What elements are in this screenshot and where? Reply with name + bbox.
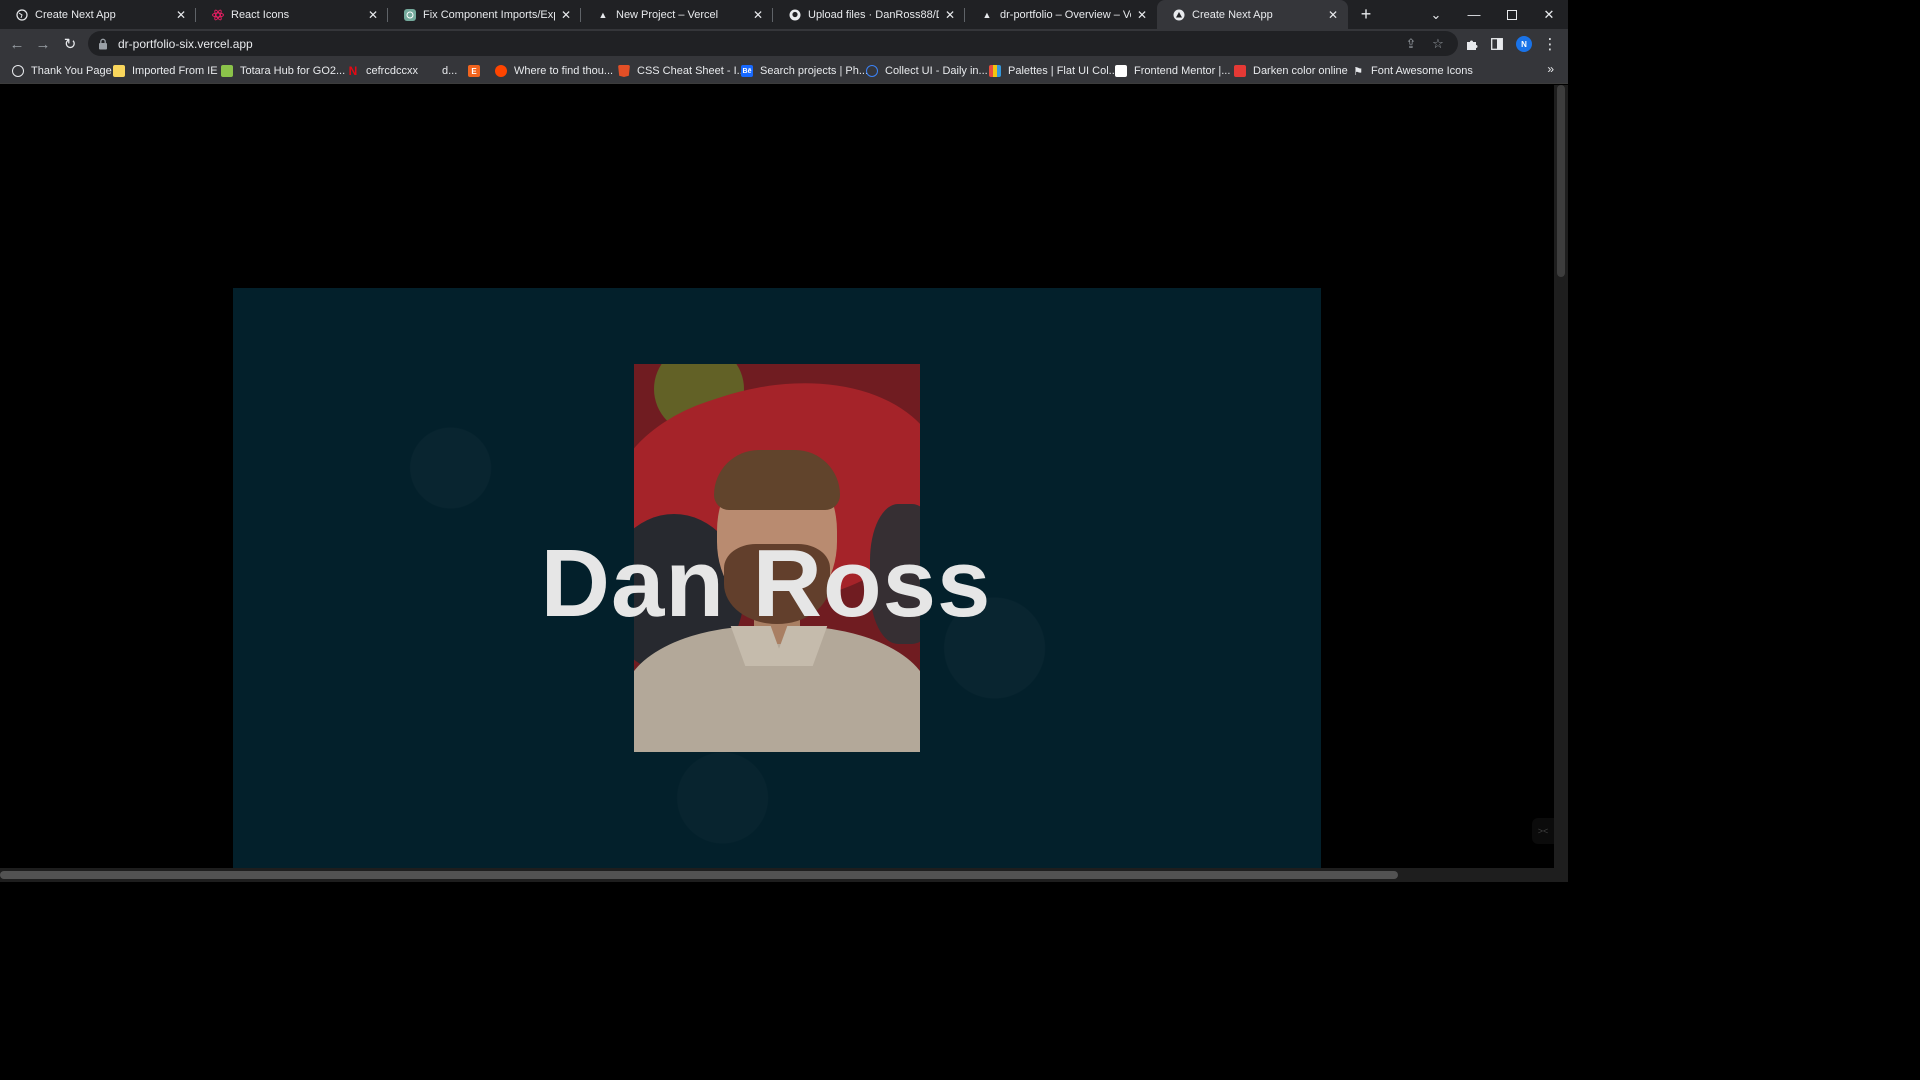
- bookmark-label: Where to find thou...: [514, 65, 614, 77]
- profile-avatar[interactable]: N: [1516, 36, 1532, 52]
- bookmark-label: d...: [442, 65, 458, 77]
- collectui-icon: [866, 65, 878, 77]
- tab-create-next-app-1[interactable]: Create Next App ✕: [0, 0, 196, 29]
- vercel-triangle-icon: ▲: [982, 9, 992, 20]
- close-icon[interactable]: ✕: [1326, 8, 1340, 22]
- close-icon[interactable]: ✕: [174, 8, 188, 22]
- chatgpt-icon: [404, 8, 416, 21]
- back-arrow-icon[interactable]: ←: [6, 33, 28, 55]
- palette-icon: [989, 65, 1001, 77]
- address-bar[interactable]: dr-portfolio-six.vercel.app ⇪ ☆: [88, 31, 1458, 56]
- bookmark-d[interactable]: d...: [423, 62, 457, 80]
- bookmark-label: Font Awesome Icons: [1371, 65, 1473, 77]
- bookmark-palettes[interactable]: Palettes | Flat UI Col...: [989, 62, 1118, 80]
- tab-title: New Project – Vercel: [616, 8, 719, 21]
- blank-icon: [423, 65, 435, 77]
- bookmark-darken-color[interactable]: Darken color online: [1234, 62, 1348, 80]
- bookmark-star-icon[interactable]: ☆: [1429, 35, 1447, 53]
- forward-arrow-icon[interactable]: →: [32, 33, 54, 55]
- extensions-puzzle-icon[interactable]: [1460, 33, 1482, 55]
- bookmark-label: Imported From IE: [132, 65, 218, 77]
- bookmark-frontend-mentor[interactable]: Frontend Mentor |...: [1115, 62, 1230, 80]
- vertical-scrollbar[interactable]: [1554, 85, 1568, 868]
- bookmark-where-to-find[interactable]: Where to find thou...: [495, 62, 613, 80]
- tree-icon: [1234, 65, 1246, 77]
- bookmark-imported-from-ie[interactable]: Imported From IE: [113, 62, 218, 80]
- maximize-icon[interactable]: [1493, 0, 1531, 29]
- bookmarks-bar: Thank You Page Imported From IE Totara H…: [0, 58, 1568, 84]
- tab-title: Create Next App: [35, 8, 116, 21]
- bookmark-label: Collect UI - Daily in...: [885, 65, 988, 77]
- html5-icon: [618, 65, 630, 77]
- bookmark-totara-hub[interactable]: Totara Hub for GO2...: [221, 62, 345, 80]
- kebab-menu-icon[interactable]: ⋮: [1539, 33, 1561, 55]
- tab-title: dr-portfolio – Overview – Vercel: [1000, 8, 1131, 21]
- horizontal-scrollbar-thumb[interactable]: [0, 871, 1398, 879]
- tab-search-icon[interactable]: ⌄: [1417, 0, 1455, 29]
- close-icon[interactable]: ✕: [943, 8, 957, 22]
- tab-upload-files-github[interactable]: Upload files · DanRoss88/DRpor ✕: [773, 0, 965, 29]
- folder-icon: [113, 65, 125, 77]
- bookmark-thank-you-page[interactable]: Thank You Page: [12, 62, 112, 80]
- bookmark-label: cefrcdccxx: [366, 65, 418, 77]
- netflix-icon: N: [348, 64, 358, 78]
- flag-icon: ⚑: [1353, 65, 1363, 78]
- hero-section: Dan Ross: [233, 288, 1321, 868]
- bookmark-css-cheat-sheet[interactable]: CSS Cheat Sheet - I...: [618, 62, 746, 80]
- bookmark-label: Thank You Page: [31, 65, 112, 77]
- vercel-triangle-icon: [1173, 9, 1185, 21]
- close-window-icon[interactable]: ✕: [1530, 0, 1568, 29]
- close-icon[interactable]: ✕: [366, 8, 380, 22]
- bookmark-label: Totara Hub for GO2...: [240, 65, 346, 77]
- github-icon: [789, 9, 801, 21]
- share-icon[interactable]: ⇪: [1402, 35, 1420, 53]
- bookmark-collect-ui[interactable]: Collect UI - Daily in...: [866, 62, 988, 80]
- new-tab-button[interactable]: +: [1357, 5, 1375, 23]
- side-widget-tab[interactable]: ><: [1532, 818, 1554, 844]
- close-icon[interactable]: ✕: [751, 8, 765, 22]
- vertical-scrollbar-thumb[interactable]: [1557, 85, 1565, 277]
- tab-title: Upload files · DanRoss88/DRpor: [808, 8, 939, 21]
- url-text: dr-portfolio-six.vercel.app: [118, 36, 253, 51]
- tab-react-icons[interactable]: React Icons ✕: [196, 0, 388, 29]
- chevron-double-right-icon[interactable]: »: [1547, 62, 1554, 76]
- horizontal-scrollbar[interactable]: [0, 868, 1568, 882]
- bookmark-etsy[interactable]: E: [468, 62, 487, 80]
- reload-icon[interactable]: ↻: [59, 33, 81, 55]
- page-viewport: Dan Ross ><: [0, 85, 1554, 868]
- frontendmentor-icon: [1115, 65, 1127, 77]
- behance-icon: Bē: [741, 65, 753, 77]
- tab-dr-portfolio-overview[interactable]: ▲ dr-portfolio – Overview – Vercel ✕: [965, 0, 1157, 29]
- tab-new-project-vercel[interactable]: ▲ New Project – Vercel ✕: [581, 0, 773, 29]
- tab-title: Fix Component Imports/Exports: [423, 8, 555, 21]
- globe-icon: [16, 8, 28, 21]
- tab-title: Create Next App: [1192, 8, 1273, 21]
- lock-icon[interactable]: [98, 38, 110, 50]
- close-icon[interactable]: ✕: [1135, 8, 1149, 22]
- globe-icon: [12, 65, 24, 77]
- vercel-triangle-icon: ▲: [598, 9, 608, 20]
- browser-toolbar: ← → ↻ dr-portfolio-six.vercel.app ⇪ ☆ N …: [0, 29, 1568, 58]
- bookmark-label: CSS Cheat Sheet - I...: [637, 65, 746, 77]
- etsy-icon: E: [468, 65, 480, 77]
- tab-fix-component-imports[interactable]: Fix Component Imports/Exports ✕: [388, 0, 581, 29]
- bookmark-label: Darken color online: [1253, 65, 1348, 77]
- close-icon[interactable]: ✕: [559, 8, 573, 22]
- bookmark-label: Search projects | Ph...: [760, 65, 869, 77]
- reddit-icon: [495, 65, 507, 77]
- totara-icon: [221, 65, 233, 77]
- hero-name-heading: Dan Ross: [540, 530, 992, 638]
- tab-create-next-app-active[interactable]: Create Next App ✕: [1157, 0, 1348, 29]
- minimize-icon[interactable]: —: [1455, 0, 1493, 29]
- tab-strip: Create Next App ✕ React Icons ✕ Fix Comp…: [0, 0, 1568, 29]
- bookmark-label: Frontend Mentor |...: [1134, 65, 1231, 77]
- bookmark-font-awesome[interactable]: ⚑ Font Awesome Icons: [1352, 62, 1473, 80]
- bookmark-label: Palettes | Flat UI Col...: [1008, 65, 1118, 77]
- bookmark-search-projects[interactable]: Bē Search projects | Ph...: [741, 62, 868, 80]
- tab-title: React Icons: [231, 8, 290, 21]
- side-panel-icon[interactable]: [1486, 33, 1508, 55]
- bookmark-cefrcdccxx[interactable]: N cefrcdccxx: [347, 62, 418, 80]
- react-icon: [212, 9, 224, 21]
